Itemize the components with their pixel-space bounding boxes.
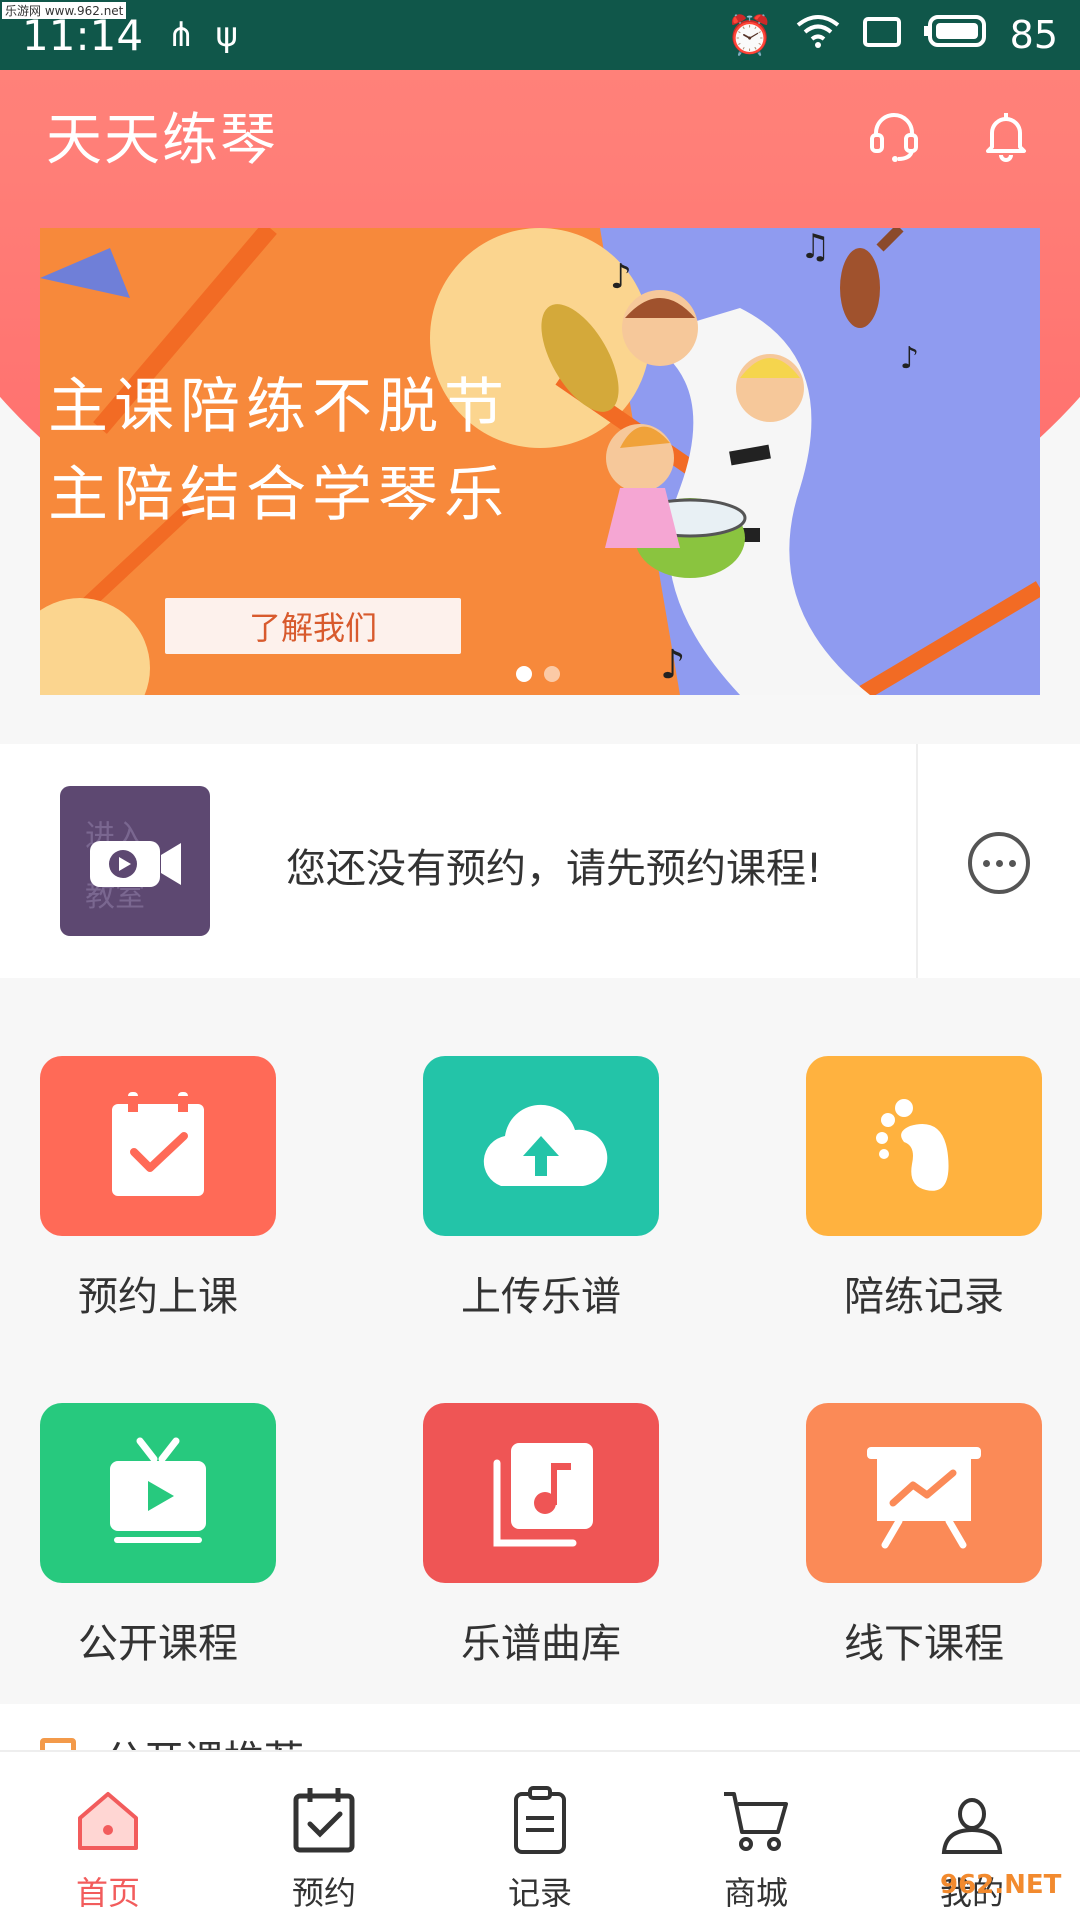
grid-label: 公开课程 — [78, 1621, 238, 1667]
status-bar: 11:14 ⋔ ψ ⏰ 85 — [0, 0, 1080, 70]
booking-status-card[interactable]: 进入 教室 您还没有预约，请先预约课程! — [0, 744, 1080, 978]
watermark-bottom: 962.NET — [940, 1870, 1062, 1900]
usb-tether-icon: ⋔ — [167, 15, 196, 55]
classroom-video-icon[interactable]: 进入 教室 — [60, 786, 210, 936]
grid-item-book-class[interactable]: 预约上课 — [40, 1056, 276, 1322]
booking-message: 您还没有预约，请先预约课程! — [286, 846, 823, 892]
cart-icon — [718, 1782, 794, 1858]
nav-booking[interactable]: 预约 — [216, 1752, 432, 1920]
bell-icon[interactable] — [978, 107, 1034, 163]
user-icon — [934, 1782, 1010, 1858]
header-bar: 天天练琴 — [0, 70, 1080, 200]
svg-text:♫: ♫ — [800, 228, 830, 267]
app-title: 天天练琴 — [46, 107, 278, 173]
presentation-chart-icon[interactable] — [806, 1403, 1042, 1583]
clipboard-icon — [502, 1782, 578, 1858]
sim-icon — [862, 13, 902, 57]
grid-label: 预约上课 — [78, 1274, 238, 1320]
banner-headline-1: 主课陪练不脱节 — [48, 372, 510, 442]
cloud-upload-icon[interactable] — [423, 1056, 659, 1236]
grid-item-offline-course[interactable]: 线下课程 — [806, 1403, 1042, 1669]
banner-dot-active[interactable] — [516, 666, 532, 682]
wifi-icon — [796, 13, 840, 58]
grid-label: 上传乐谱 — [461, 1274, 621, 1320]
grid-item-score-library[interactable]: 乐谱曲库 — [423, 1403, 659, 1669]
watermark-top: 乐游网 www.962.net — [2, 2, 127, 19]
grid-item-upload-score[interactable]: 上传乐谱 — [423, 1056, 659, 1322]
banner-dot[interactable] — [544, 666, 560, 682]
nav-label-booking: 预约 — [291, 1874, 356, 1912]
nav-home[interactable]: 首页 — [0, 1752, 216, 1920]
grid-label: 乐谱曲库 — [461, 1621, 621, 1667]
nav-label-shop: 商城 — [723, 1874, 788, 1912]
nav-label-record: 记录 — [507, 1874, 572, 1912]
nav-shop[interactable]: 商城 — [648, 1752, 864, 1920]
tv-play-icon[interactable] — [40, 1403, 276, 1583]
promo-banner[interactable]: ♪ ♫ ♪ ♪ 主课陪练不脱节 主陪结合学琴乐 了解我们 — [40, 228, 1040, 695]
recommend-section-header: 公开课推荐 — [0, 1704, 1080, 1754]
music-library-icon[interactable] — [423, 1403, 659, 1583]
home-icon — [70, 1782, 146, 1858]
battery-icon — [923, 13, 988, 57]
calendar-check-icon[interactable] — [40, 1056, 276, 1236]
alarm-icon: ⏰ — [726, 12, 774, 57]
grid-item-practice-record[interactable]: 陪练记录 — [806, 1056, 1042, 1322]
bottom-navigation: 首页 预约 记录 商城 我的 — [0, 1750, 1080, 1920]
battery-level: 85 — [1009, 13, 1058, 57]
more-options-icon[interactable] — [968, 832, 1030, 894]
customer-service-icon[interactable] — [866, 107, 922, 163]
nav-record[interactable]: 记录 — [432, 1752, 648, 1920]
divider — [916, 744, 918, 978]
feature-grid: 预约上课 上传乐谱 陪练记录 公开课程 乐谱曲库 线下课程 — [0, 1000, 1080, 1700]
banner-pagination — [516, 666, 560, 682]
svg-text:♪: ♪ — [610, 257, 632, 297]
grid-item-public-course[interactable]: 公开课程 — [40, 1403, 276, 1669]
svg-text:♪: ♪ — [660, 642, 686, 688]
grid-label: 线下课程 — [844, 1621, 1004, 1667]
calendar-check-icon — [286, 1782, 362, 1858]
nav-label-home: 首页 — [75, 1874, 140, 1912]
banner-headline-2: 主陪结合学琴乐 — [48, 460, 510, 530]
grid-label: 陪练记录 — [844, 1274, 1004, 1320]
usb-icon: ψ — [215, 15, 238, 55]
about-us-button[interactable]: 了解我们 — [165, 598, 461, 654]
footprint-icon[interactable] — [806, 1056, 1042, 1236]
svg-text:♪: ♪ — [900, 341, 919, 376]
